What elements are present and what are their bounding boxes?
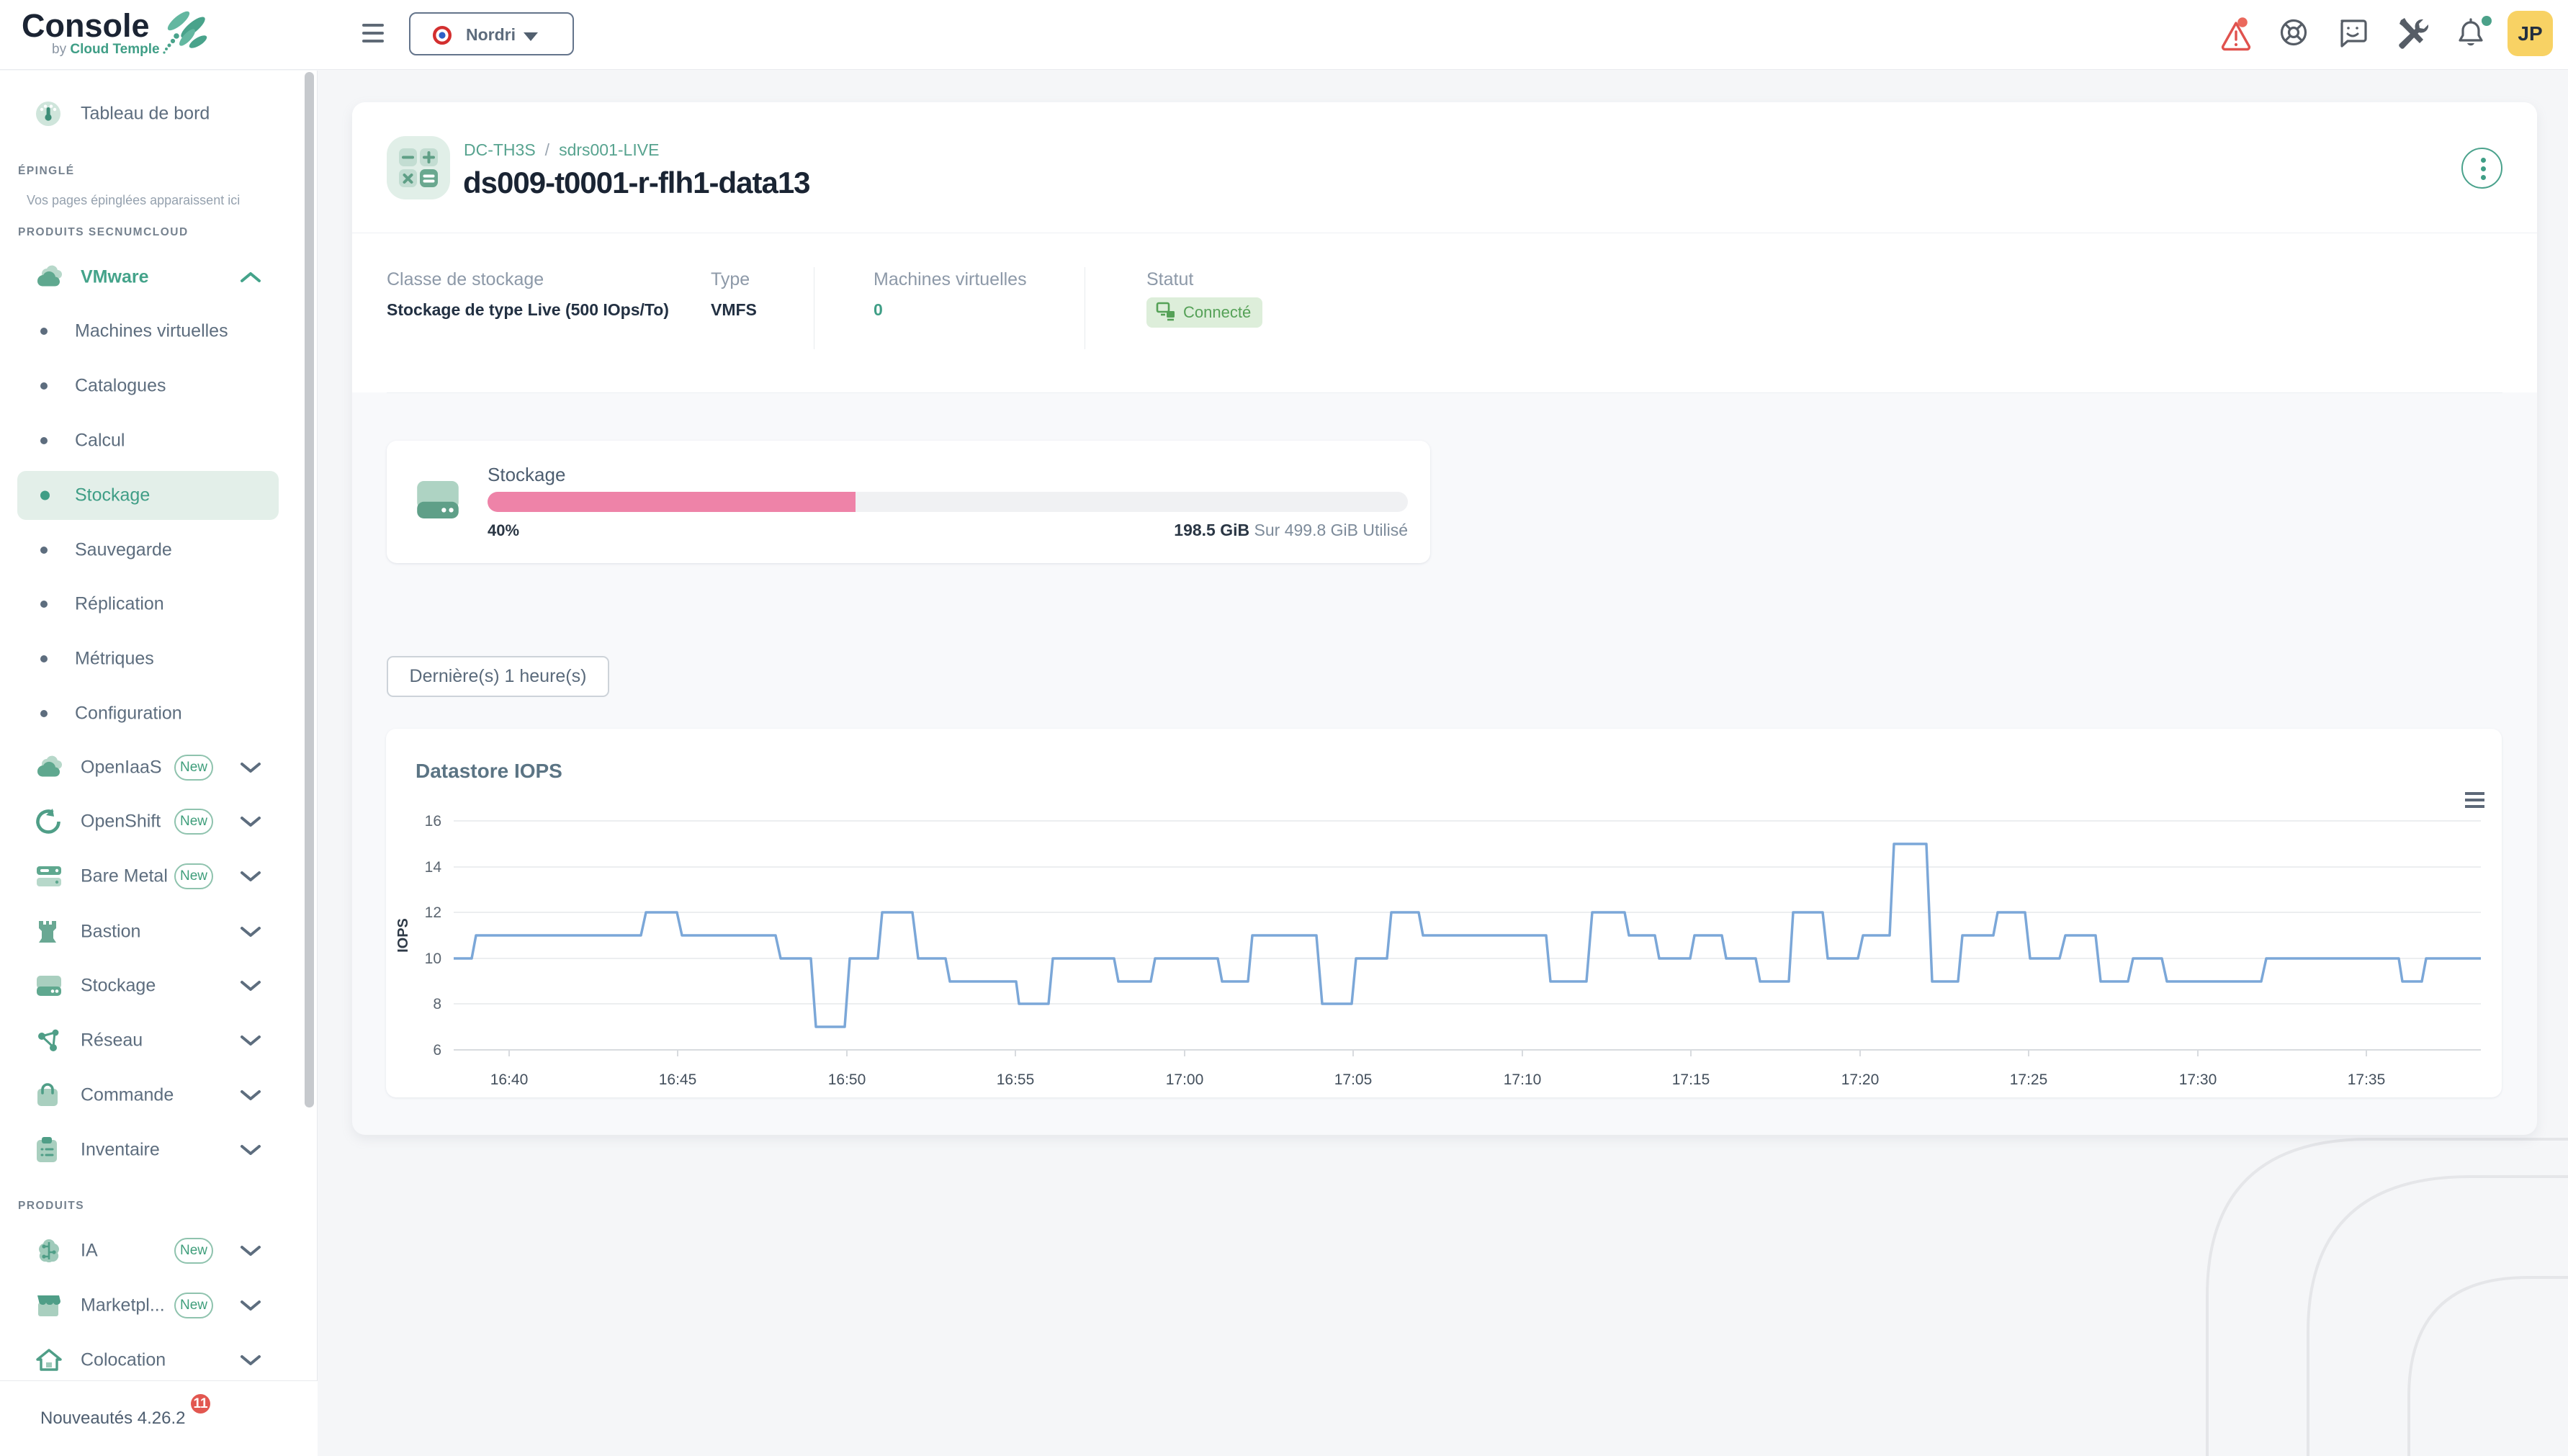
svg-text:17:20: 17:20 xyxy=(1841,1071,1880,1088)
svg-text:Datastore IOPS: Datastore IOPS xyxy=(416,760,562,782)
svg-text:17:05: 17:05 xyxy=(1334,1071,1373,1088)
svg-text:16: 16 xyxy=(425,813,441,830)
svg-text:16:50: 16:50 xyxy=(828,1071,866,1088)
svg-text:16:55: 16:55 xyxy=(997,1071,1035,1088)
svg-text:17:30: 17:30 xyxy=(2179,1071,2217,1088)
svg-text:6: 6 xyxy=(433,1042,441,1059)
svg-text:8: 8 xyxy=(433,996,441,1012)
svg-text:17:15: 17:15 xyxy=(1672,1071,1710,1088)
svg-text:17:25: 17:25 xyxy=(2010,1071,2048,1088)
svg-text:14: 14 xyxy=(425,859,442,876)
svg-text:16:45: 16:45 xyxy=(659,1071,697,1088)
svg-text:17:10: 17:10 xyxy=(1504,1071,1542,1088)
svg-text:10: 10 xyxy=(425,951,441,967)
svg-text:17:00: 17:00 xyxy=(1166,1071,1204,1088)
svg-text:IOPS: IOPS xyxy=(395,918,411,953)
svg-text:17:35: 17:35 xyxy=(2348,1071,2386,1088)
svg-text:12: 12 xyxy=(425,904,441,921)
svg-text:16:40: 16:40 xyxy=(490,1071,529,1088)
